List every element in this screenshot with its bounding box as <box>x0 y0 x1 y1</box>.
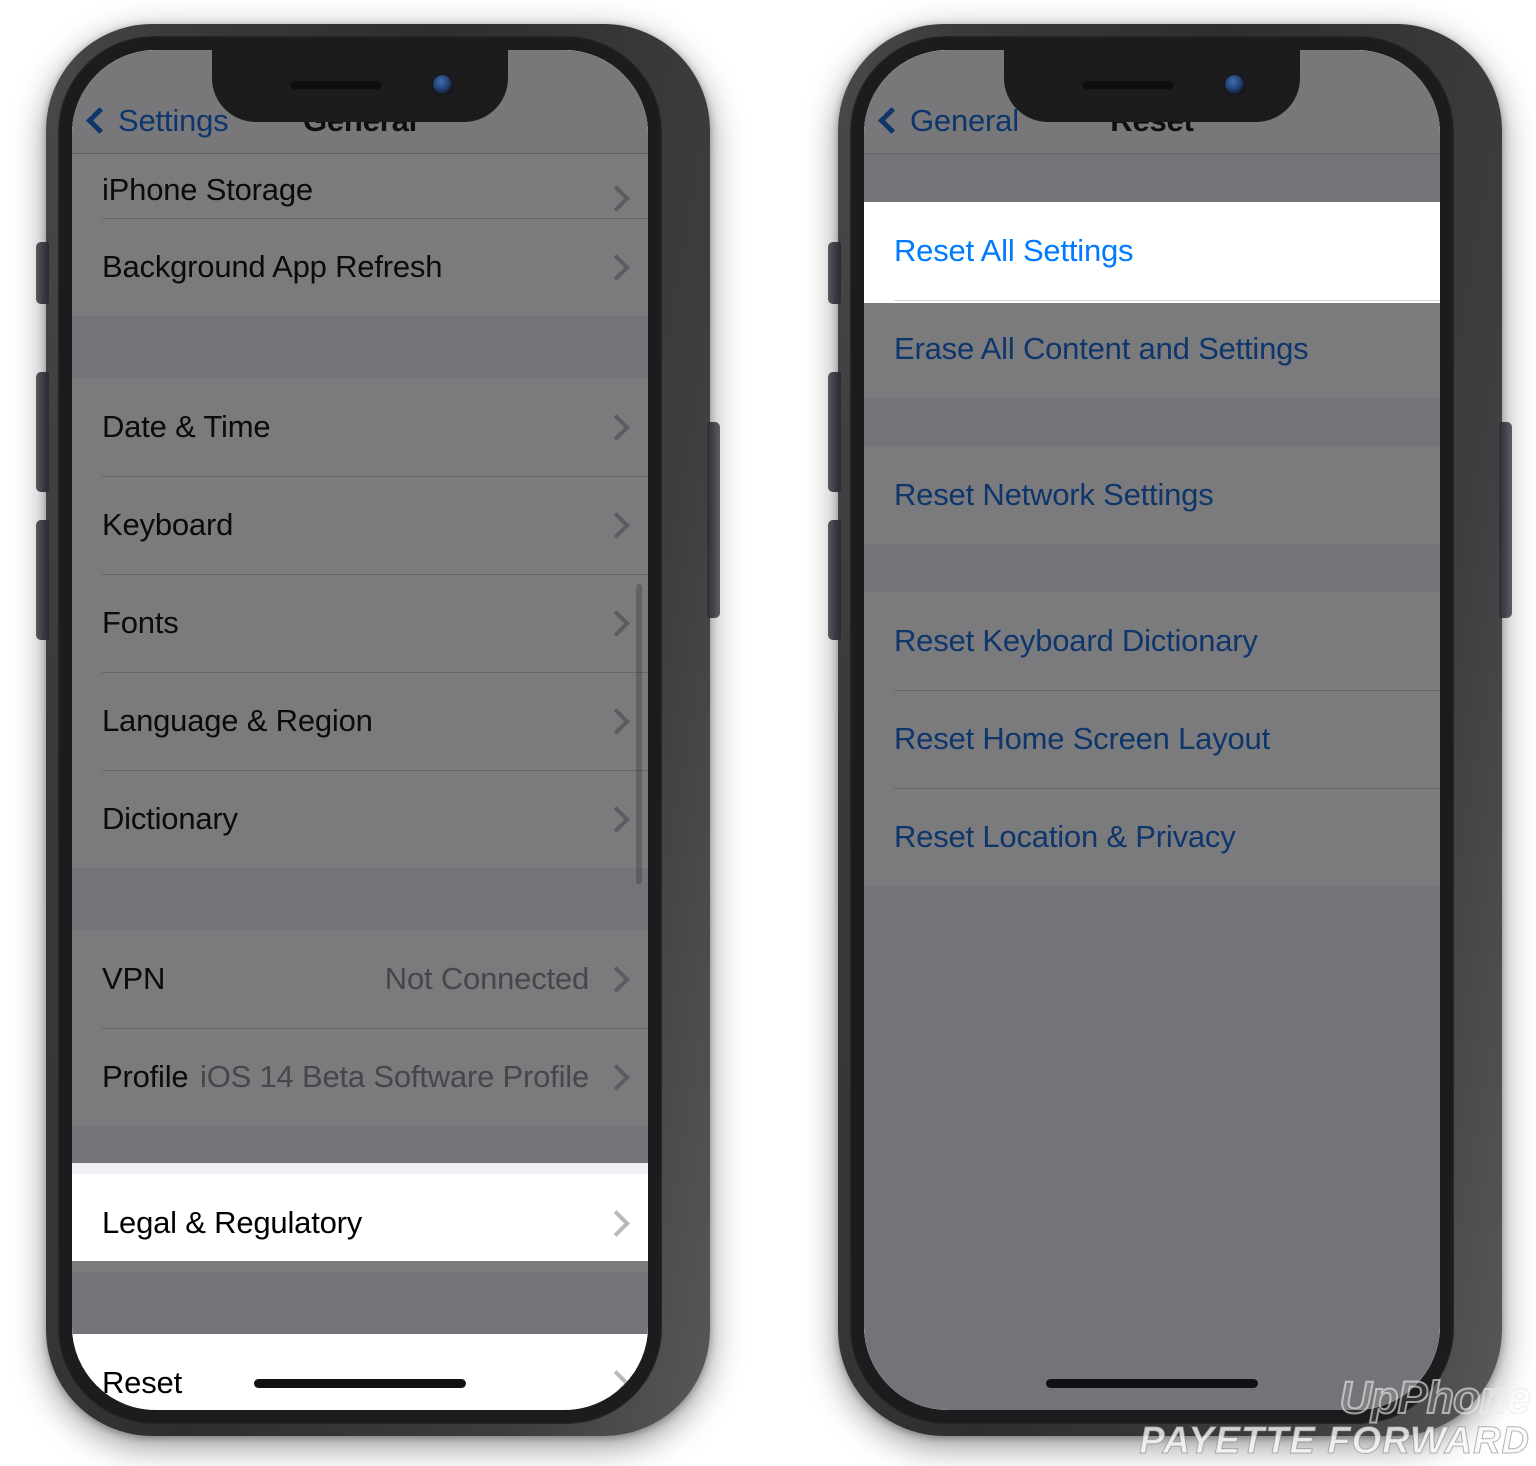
device-notch <box>212 50 508 122</box>
list-item-reset-all-settings[interactable]: Reset All Settings <box>864 202 1440 300</box>
power-button[interactable] <box>1499 422 1512 618</box>
mute-switch[interactable] <box>828 242 841 304</box>
list-item-language-region[interactable]: Language & Region <box>72 672 648 770</box>
list-item-vpn[interactable]: VPN Not Connected <box>72 930 648 1028</box>
list-item-label: Language & Region <box>102 703 373 738</box>
list-item-reset[interactable]: Reset <box>72 1334 648 1410</box>
chevron-right-icon <box>603 185 630 212</box>
list-item-label: Background App Refresh <box>102 249 443 284</box>
section-gap <box>72 316 648 378</box>
list-item-label: Keyboard <box>102 507 234 542</box>
section-gap <box>864 398 1440 446</box>
phone-screen-reset: General Reset Reset All Settings Erase A… <box>864 50 1440 1410</box>
phone-device-reset: General Reset Reset All Settings Erase A… <box>820 24 1520 1436</box>
list-item-label: iPhone Storage <box>102 172 313 207</box>
scrollbar[interactable] <box>636 584 642 884</box>
settings-list-general[interactable]: iPhone Storage Background App Refresh Da… <box>72 154 648 1410</box>
list-item-label: Date & Time <box>102 409 271 444</box>
settings-list-reset[interactable]: Reset All Settings Erase All Content and… <box>864 154 1440 1410</box>
section-gap <box>864 154 1440 202</box>
list-item-reset-keyboard-dictionary[interactable]: Reset Keyboard Dictionary <box>864 592 1440 690</box>
earpiece-speaker-icon <box>290 80 382 89</box>
list-item-label: Reset Keyboard Dictionary <box>894 623 1258 658</box>
list-item-fonts[interactable]: Fonts <box>72 574 648 672</box>
list-item-iphone-storage[interactable]: iPhone Storage <box>72 154 648 218</box>
list-item-label: Reset Location & Privacy <box>894 819 1236 854</box>
list-item-label: Legal & Regulatory <box>102 1205 363 1240</box>
list-section: Reset Network Settings <box>864 446 1440 544</box>
volume-up-button[interactable] <box>828 372 841 492</box>
list-item-date-time[interactable]: Date & Time <box>72 378 648 476</box>
list-item-keyboard[interactable]: Keyboard <box>72 476 648 574</box>
back-button-general[interactable]: General <box>878 103 1019 153</box>
phone-screen-general: Settings General iPhone Storage Backgrou <box>72 50 648 1410</box>
list-section: Legal & Regulatory <box>72 1174 648 1272</box>
chevron-right-icon <box>603 1369 630 1397</box>
chevron-right-icon <box>603 1063 630 1091</box>
list-item-label: Erase All Content and Settings <box>894 331 1309 366</box>
list-item-label: Profile <box>102 1059 189 1094</box>
section-gap <box>864 544 1440 592</box>
list-section: Reset Keyboard Dictionary Reset Home Scr… <box>864 592 1440 886</box>
back-button-label: General <box>910 103 1019 138</box>
home-indicator[interactable] <box>254 1379 466 1388</box>
list-section: Reset All Settings Erase All Content and… <box>864 202 1440 398</box>
list-item-profile[interactable]: Profile iOS 14 Beta Software Profile <box>72 1028 648 1126</box>
list-section: VPN Not Connected Profile iOS 14 Beta So… <box>72 930 648 1126</box>
list-section: iPhone Storage Background App Refresh <box>72 154 648 316</box>
earpiece-speaker-icon <box>1082 80 1174 89</box>
section-gap <box>72 868 648 930</box>
list-item-label: Reset All Settings <box>894 233 1134 268</box>
device-notch <box>1004 50 1300 122</box>
list-item-reset-network-settings[interactable]: Reset Network Settings <box>864 446 1440 544</box>
list-item-label: Reset <box>102 1365 182 1400</box>
power-button[interactable] <box>707 422 720 618</box>
section-gap <box>72 1126 648 1174</box>
list-item-detail: Not Connected <box>384 961 589 996</box>
volume-down-button[interactable] <box>828 520 841 640</box>
chevron-right-icon <box>603 609 630 637</box>
chevron-right-icon <box>603 805 630 833</box>
chevron-left-icon <box>878 107 905 134</box>
list-item-erase-all-content[interactable]: Erase All Content and Settings <box>864 300 1440 398</box>
chevron-right-icon <box>603 1209 630 1237</box>
list-section: Reset Shut Down <box>72 1334 648 1410</box>
list-item-background-app-refresh[interactable]: Background App Refresh <box>72 218 648 316</box>
list-item-dictionary[interactable]: Dictionary <box>72 770 648 868</box>
list-section: Date & Time Keyboard Fonts Language & Re… <box>72 378 648 868</box>
front-camera-icon <box>1225 75 1244 94</box>
chevron-right-icon <box>603 413 630 441</box>
volume-down-button[interactable] <box>36 520 49 640</box>
list-item-label: Reset Home Screen Layout <box>894 721 1271 756</box>
list-item-detail: iOS 14 Beta Software Profile <box>200 1059 589 1094</box>
list-item-label: Fonts <box>102 605 179 640</box>
chevron-left-icon <box>86 107 113 134</box>
list-item-label: Reset Network Settings <box>894 477 1214 512</box>
home-indicator[interactable] <box>1046 1379 1258 1388</box>
back-button-label: Settings <box>118 103 229 138</box>
chevron-right-icon <box>603 965 630 993</box>
chevron-right-icon <box>603 707 630 735</box>
list-item-legal-regulatory[interactable]: Legal & Regulatory <box>72 1174 648 1272</box>
screen-content: Settings General iPhone Storage Backgrou <box>72 50 648 1410</box>
list-item-reset-location-privacy[interactable]: Reset Location & Privacy <box>864 788 1440 886</box>
phone-device-general: Settings General iPhone Storage Backgrou <box>28 24 728 1436</box>
screen-content: General Reset Reset All Settings Erase A… <box>864 50 1440 1410</box>
chevron-right-icon <box>603 253 630 281</box>
phone-comparison-stage: Settings General iPhone Storage Backgrou <box>0 0 1536 1466</box>
list-item-label: VPN <box>102 961 166 996</box>
back-button-settings[interactable]: Settings <box>86 103 229 153</box>
list-item-label: Dictionary <box>102 801 238 836</box>
mute-switch[interactable] <box>36 242 49 304</box>
section-gap <box>72 1272 648 1334</box>
front-camera-icon <box>433 75 452 94</box>
chevron-right-icon <box>603 511 630 539</box>
list-item-reset-home-screen-layout[interactable]: Reset Home Screen Layout <box>864 690 1440 788</box>
volume-up-button[interactable] <box>36 372 49 492</box>
